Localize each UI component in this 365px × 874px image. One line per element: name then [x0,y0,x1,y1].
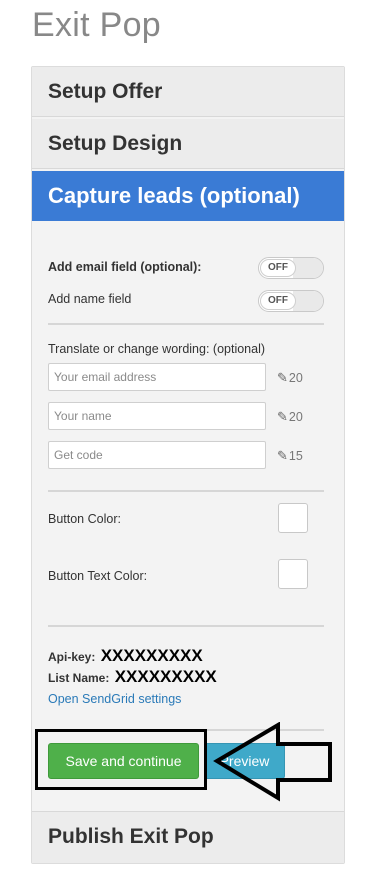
button-color-label: Button Color: [48,512,121,526]
name-field-toggle-label: Add name field [48,292,132,306]
annotation-arrow-icon [213,722,332,802]
code-char-limit: ✎15 [277,448,303,464]
divider [48,323,324,325]
pencil-icon: ✎ [277,409,288,424]
code-wording-input[interactable] [48,441,266,469]
api-key-value: XXXXXXXXX [100,646,203,665]
code-count-value: 15 [288,449,303,463]
list-name-row: List Name: XXXXXXXXX [48,667,217,687]
section-setup-design[interactable]: Setup Design [32,119,344,169]
name-count-value: 20 [288,410,303,424]
button-text-color-label: Button Text Color: [48,569,148,583]
page-title: Exit Pop [32,6,162,44]
email-count-value: 20 [288,371,303,385]
divider [48,625,324,627]
email-field-toggle[interactable]: OFF [258,257,324,279]
section-setup-offer[interactable]: Setup Offer [32,67,344,117]
button-color-swatch[interactable] [278,503,308,533]
toggle-knob: OFF [260,292,296,310]
translate-label: Translate or change wording: (optional) [48,342,266,356]
api-key-row: Api-key: XXXXXXXXX [48,646,203,666]
panel-side-gutter [343,66,365,862]
list-name-label: List Name: [48,671,110,685]
name-char-limit: ✎20 [277,409,303,425]
name-field-toggle[interactable]: OFF [258,290,324,312]
email-char-limit: ✎20 [277,370,303,386]
list-name-value: XXXXXXXXX [114,667,217,686]
annotation-highlight-box [35,729,207,790]
email-field-toggle-label: Add email field (optional): [48,260,202,274]
email-wording-input[interactable] [48,363,266,391]
toggle-track [293,291,323,311]
toggle-track [293,258,323,278]
pencil-icon: ✎ [277,448,288,463]
section-publish-exit-pop[interactable]: Publish Exit Pop [32,811,344,863]
api-key-label: Api-key: [48,650,96,664]
pencil-icon: ✎ [277,370,288,385]
divider [48,490,324,492]
open-sendgrid-settings-link[interactable]: Open SendGrid settings [48,692,181,706]
toggle-knob: OFF [260,259,296,277]
name-wording-input[interactable] [48,402,266,430]
button-text-color-swatch[interactable] [278,559,308,589]
section-capture-leads[interactable]: Capture leads (optional) [32,171,344,221]
